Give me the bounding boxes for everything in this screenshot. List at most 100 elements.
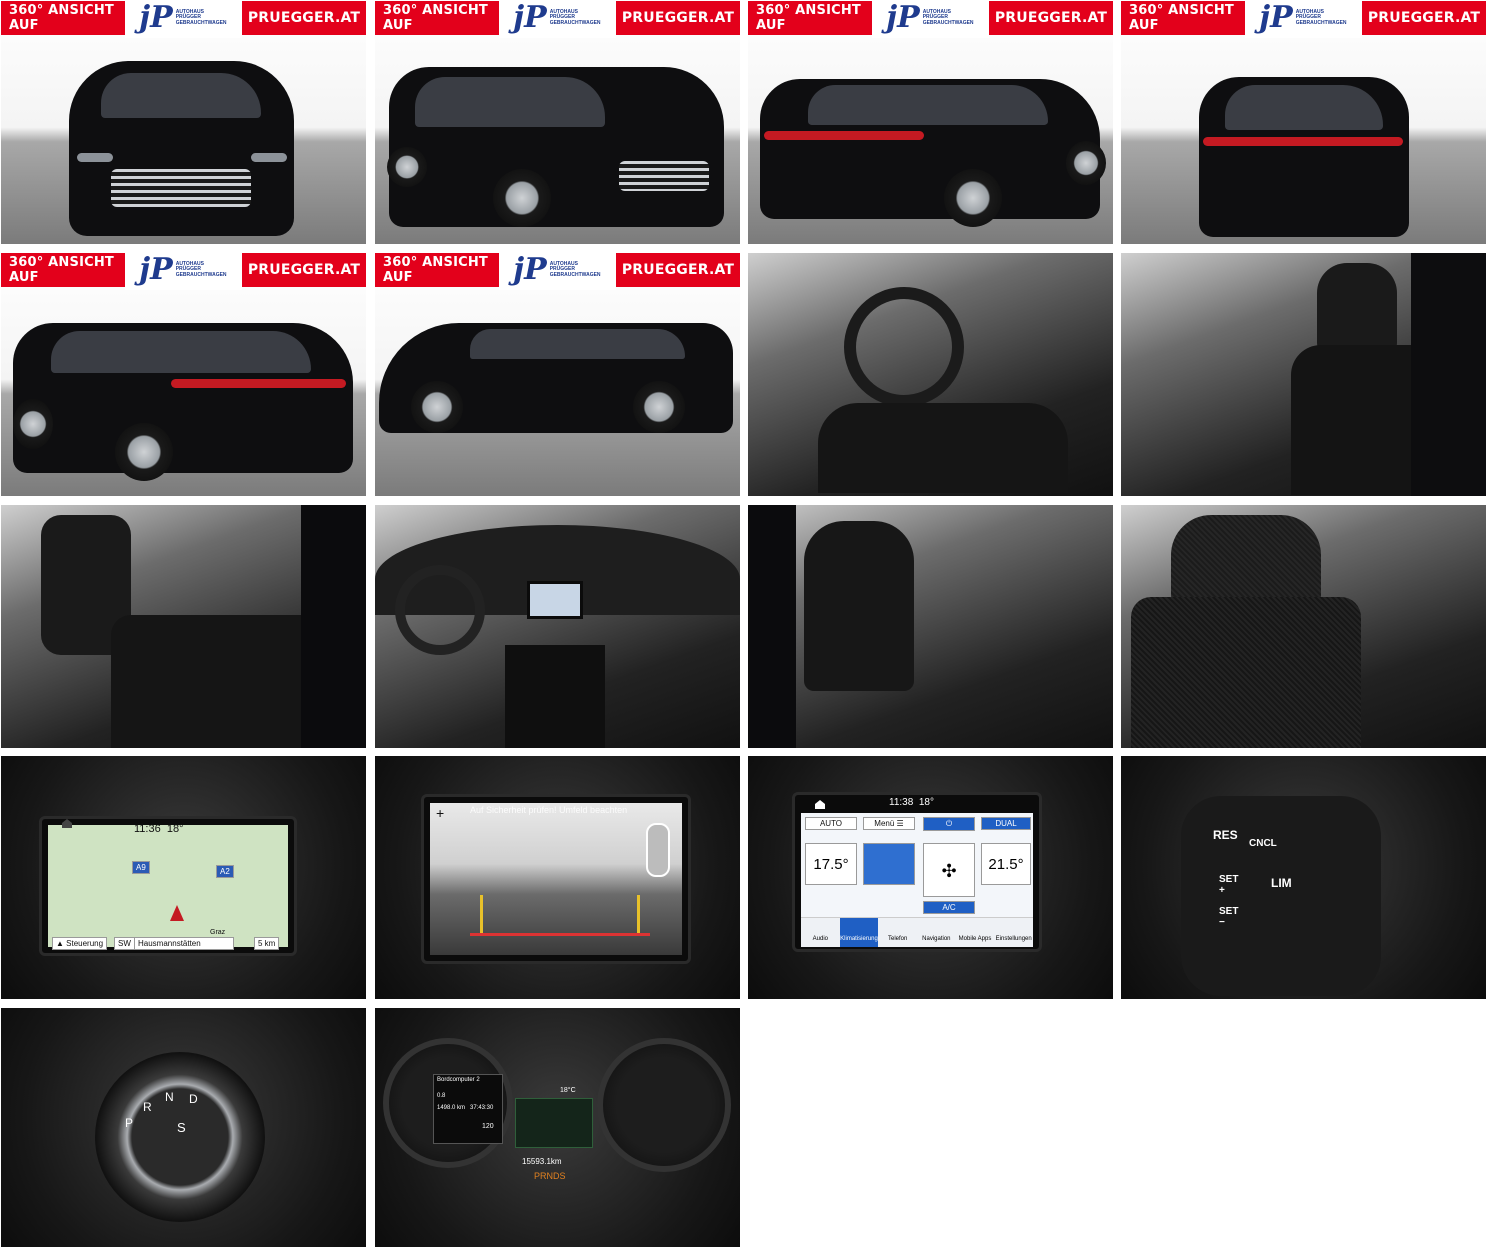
- camera-plus-button[interactable]: +: [436, 805, 444, 821]
- driver-seat: [818, 403, 1068, 493]
- photo-rear-left-three-quarter[interactable]: 360° ANSICHT AUF jP AUTOHAUS PRÜGGER GEBR…: [1, 253, 366, 496]
- dealer-banner: 360° ANSICHT AUF jP AUTOHAUS PRÜGGER GEBR…: [1121, 1, 1486, 38]
- tab-navigation[interactable]: Navigation: [917, 918, 956, 947]
- tab-phone[interactable]: Telefon: [878, 918, 917, 947]
- gear-s: S: [177, 1120, 186, 1135]
- range-a: 0.8: [437, 1093, 446, 1099]
- photo-rear-view[interactable]: 360° ANSICHT AUF jP AUTOHAUS PRÜGGER GEBR…: [1121, 1, 1486, 244]
- map-place-label: Graz: [210, 929, 226, 936]
- road-sign-a2: A2: [216, 865, 234, 878]
- photo-seat-detail[interactable]: [1121, 505, 1486, 748]
- outside-temp: 18°C: [560, 1087, 576, 1094]
- wheel-front: [13, 399, 53, 449]
- photo-front-three-quarter[interactable]: 360° ANSICHT AUF jP AUTOHAUS PRÜGGER GEBR…: [375, 1, 740, 244]
- camera-warning: Auf Sicherheit prüfen! Umfeld beachten: [470, 805, 628, 815]
- tab-climate[interactable]: Klimatisierung: [839, 918, 879, 947]
- wheel-front: [1066, 141, 1106, 185]
- photo-front-view[interactable]: 360° ANSICHT AUF jP AUTOHAUS PRÜGGER GEBR…: [1, 1, 366, 244]
- nav-temp: 18°: [166, 823, 184, 835]
- photo-rear-camera-screen[interactable]: + Auf Sicherheit prüfen! Umfeld beachten: [375, 756, 740, 999]
- photo-dashboard[interactable]: [375, 505, 740, 748]
- home-icon[interactable]: [815, 800, 825, 809]
- tail-light-bar: [171, 379, 346, 388]
- climate-tab-bar: Audio Klimatisierung Telefon Navigation …: [801, 917, 1033, 947]
- cncl-button[interactable]: CNCL: [1249, 838, 1277, 849]
- menu-button[interactable]: Menü ☰: [863, 817, 915, 830]
- range-b: 120: [482, 1123, 494, 1130]
- door-frame: [748, 505, 796, 748]
- photo-driver-cockpit[interactable]: [748, 253, 1113, 496]
- photo-gallery-grid: 360° ANSICHT AUF jP AUTOHAUS PRÜGGER GEBR…: [0, 0, 1494, 1247]
- dealer-logo: jP AUTOHAUS PRÜGGER GEBRAUCHTWAGEN: [499, 253, 616, 290]
- center-display: 18°C 15593.1km PRNDS: [515, 1087, 593, 1181]
- photo-rear-three-quarter[interactable]: 360° ANSICHT AUF jP AUTOHAUS PRÜGGER GEBR…: [748, 1, 1113, 244]
- airflow-mode-button[interactable]: [863, 843, 915, 885]
- photo-instrument-cluster[interactable]: Bordcomputer 2 0.8 1498.0 km 37:43:30 12…: [375, 1008, 740, 1247]
- map-scale[interactable]: 5 km: [254, 937, 280, 950]
- auto-button[interactable]: AUTO: [805, 817, 857, 830]
- map-area[interactable]: 11:36 18° A9 A2 Graz ▲ Steuerung SW Haus…: [48, 819, 288, 950]
- tail-light-bar: [764, 131, 924, 140]
- passenger-seat: [804, 521, 914, 691]
- fan-speed-control[interactable]: ✣: [923, 843, 975, 897]
- headrest: [1317, 263, 1397, 353]
- photo-gear-selector[interactable]: P R N D S: [1, 1008, 366, 1247]
- banner-360-label: 360° ANSICHT AUF: [748, 1, 872, 35]
- front-grille: [111, 169, 251, 207]
- tail-light-bar: [1203, 137, 1403, 146]
- banner-site-label: PRUEGGER.AT: [242, 1, 366, 35]
- climate-panel: 11:38 18° AUTO Menü ☰ ⏻ DUAL 17.5° ✣ 21.…: [801, 797, 1033, 947]
- photo-navigation-screen[interactable]: 11:36 18° A9 A2 Graz ▲ Steuerung SW Haus…: [1, 756, 366, 999]
- dual-button[interactable]: DUAL: [981, 817, 1031, 830]
- res-button[interactable]: RES: [1213, 828, 1238, 842]
- nav-time: 11:36: [134, 823, 161, 835]
- tab-mobile-apps[interactable]: Mobile Apps: [956, 918, 995, 947]
- climate-display: 11:38 18° AUTO Menü ☰ ⏻ DUAL 17.5° ✣ 21.…: [792, 792, 1042, 952]
- photo-front-seats[interactable]: [1121, 253, 1486, 496]
- parking-guide-stop-line: [470, 933, 650, 936]
- lim-button[interactable]: LIM: [1271, 876, 1292, 890]
- odometer: 15593.1km: [522, 1157, 562, 1166]
- left-temp-display[interactable]: 17.5°: [805, 843, 857, 885]
- dealer-banner: 360° ANSICHT AUF jP AUTOHAUS PRÜGGER GEBR…: [1, 253, 366, 290]
- photo-side-profile[interactable]: 360° ANSICHT AUF jP AUTOHAUS PRÜGGER GEBR…: [375, 253, 740, 496]
- speedometer: [597, 1038, 731, 1172]
- dealer-logo: jP AUTOHAUS PRÜGGER GEBRAUCHTWAGEN: [125, 253, 242, 290]
- steer-button[interactable]: ▲ Steuerung: [52, 937, 108, 950]
- windshield: [101, 73, 261, 118]
- dealer-banner: 360° ANSICHT AUF jP AUTOHAUS PRÜGGER GEBR…: [1, 1, 366, 38]
- banner-360-label: 360° ANSICHT AUF: [1, 253, 125, 287]
- tab-settings[interactable]: Einstellungen: [994, 918, 1033, 947]
- banner-360-label: 360° ANSICHT AUF: [1, 1, 125, 35]
- dealer-logo: jP AUTOHAUS PRÜGGER GEBRAUCHTWAGEN: [872, 1, 989, 38]
- door-frame: [301, 505, 366, 748]
- camera-feed: + Auf Sicherheit prüfen! Umfeld beachten: [430, 803, 682, 955]
- photo-steering-wheel-buttons[interactable]: RES CNCL SET + LIM SET −: [1121, 756, 1486, 999]
- current-street: Hausmannstätten: [134, 937, 234, 950]
- photo-rear-bench[interactable]: [1, 505, 366, 748]
- cruise-control-panel: [1181, 796, 1381, 996]
- camera-display: + Auf Sicherheit prüfen! Umfeld beachten: [421, 794, 691, 964]
- infotainment-screen: [527, 581, 583, 619]
- front-grille: [619, 161, 709, 191]
- power-button[interactable]: ⏻: [923, 817, 975, 831]
- right-temp-display[interactable]: 21.5°: [981, 843, 1031, 885]
- wheel-rear: [633, 381, 685, 433]
- photo-climate-screen[interactable]: 11:38 18° AUTO Menü ☰ ⏻ DUAL 17.5° ✣ 21.…: [748, 756, 1113, 999]
- set-plus-button[interactable]: SET +: [1219, 874, 1238, 896]
- headlight-right: [251, 153, 287, 162]
- banner-site-label: PRUEGGER.AT: [616, 1, 740, 35]
- ac-button[interactable]: A/C: [923, 901, 975, 914]
- photo-passenger-side-interior[interactable]: [748, 505, 1113, 748]
- door-frame: [1411, 253, 1486, 496]
- tab-audio[interactable]: Audio: [801, 918, 840, 947]
- home-icon[interactable]: [62, 819, 72, 828]
- bordcomputer-title: Bordcomputer 2: [437, 1077, 480, 1083]
- wheel-rear: [115, 423, 173, 481]
- road-sign-a9: A9: [132, 861, 150, 874]
- dealer-logo: jP AUTOHAUS PRÜGGER GEBRAUCHTWAGEN: [125, 1, 242, 38]
- headrest: [1171, 515, 1321, 605]
- set-minus-button[interactable]: SET −: [1219, 906, 1238, 928]
- banner-site-label: PRUEGGER.AT: [616, 253, 740, 287]
- dealer-banner: 360° ANSICHT AUF jP AUTOHAUS PRÜGGER GEBR…: [375, 1, 740, 38]
